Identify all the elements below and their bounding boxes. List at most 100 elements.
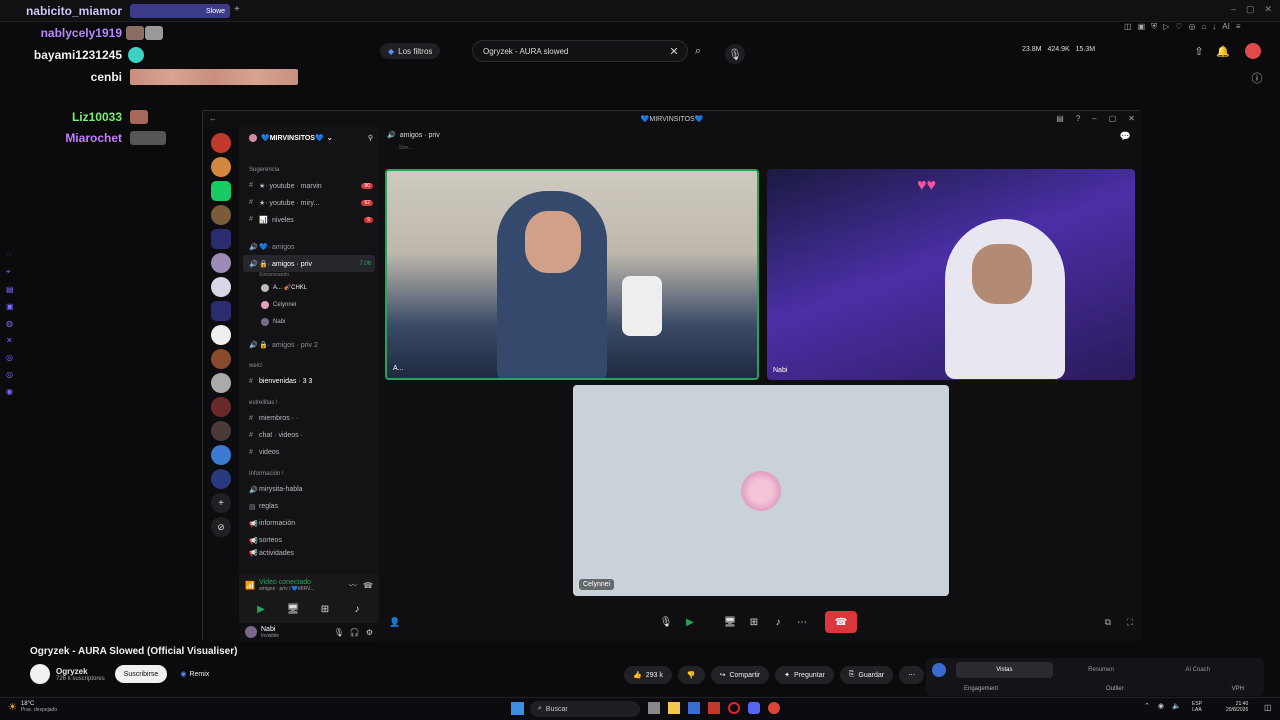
headphones-icon[interactable]: 🎧 xyxy=(350,628,360,637)
server-icon[interactable] xyxy=(211,373,231,393)
sidebar-icon[interactable]: ✕ xyxy=(6,336,14,345)
server-icon[interactable] xyxy=(211,277,231,297)
avatar[interactable] xyxy=(30,664,50,684)
app-icon[interactable] xyxy=(708,702,720,714)
clear-search-icon[interactable]: ✕ xyxy=(667,44,681,58)
notifications-icon[interactable]: 🔔 xyxy=(1216,44,1230,58)
end-call-button[interactable]: ☎ xyxy=(825,611,857,633)
ai-icon[interactable]: AI xyxy=(1222,22,1230,32)
channel-item[interactable]: 📢 información xyxy=(239,515,379,532)
server-icon[interactable] xyxy=(211,421,231,441)
disconnect-icon[interactable]: ☎ xyxy=(363,581,373,590)
windows-start-icon[interactable] xyxy=(511,702,524,715)
folder-icon[interactable] xyxy=(211,229,231,249)
screen-share-button[interactable]: 🖥 xyxy=(282,598,304,620)
taskbar-search[interactable]: ⌕ Buscar xyxy=(530,701,640,717)
add-user-icon[interactable]: 👤 xyxy=(389,617,400,628)
info-icon[interactable]: ⓘ xyxy=(1250,71,1264,85)
microphone-icon[interactable]: 🎙 xyxy=(334,628,344,637)
minimize-icon[interactable]: – xyxy=(1231,4,1236,15)
volume-icon[interactable]: 🔈 xyxy=(1172,702,1181,710)
extension-icon[interactable]: ◎ xyxy=(1188,22,1195,32)
browser-tab[interactable]: Slowe xyxy=(130,4,230,18)
search-input[interactable]: Ogryzek - AURA slowed xyxy=(472,40,688,62)
like-button[interactable]: 👍 293 k xyxy=(624,666,672,684)
channel-item[interactable]: # miembros · · xyxy=(239,410,379,427)
soundboard-button[interactable]: ♪ xyxy=(767,611,789,633)
wifi-icon[interactable]: ◉ xyxy=(1158,702,1164,710)
voice-user[interactable]: Nabi xyxy=(239,313,379,330)
category-label[interactable]: Información ! xyxy=(239,467,379,481)
tab-resumen[interactable]: Resumen xyxy=(1053,662,1150,678)
sidebar-icon[interactable]: ◎ xyxy=(6,370,14,379)
channel-item[interactable]: ▤ reglas xyxy=(239,498,379,515)
camera-button[interactable]: ▶ xyxy=(250,598,272,620)
voice-channel[interactable]: 🔊 💙· amigos xyxy=(239,238,379,255)
sidebar-icon[interactable]: ◉ xyxy=(6,387,14,396)
minimize-icon[interactable]: – xyxy=(1092,114,1096,123)
category-label[interactable]: Sugerencia xyxy=(239,163,379,177)
channel-item[interactable]: # 📊· niveles 9 xyxy=(239,211,379,228)
server-icon[interactable] xyxy=(211,445,231,465)
voice-channel-active[interactable]: 🔊 🔒· amigos · priv 7:06 xyxy=(243,255,375,272)
voice-user[interactable]: A... 🎻CHKL xyxy=(239,279,379,296)
tab-vistas[interactable]: Vistas xyxy=(956,662,1053,678)
maximize-icon[interactable]: ▢ xyxy=(1246,4,1255,15)
sidebar-icon[interactable]: ▤ xyxy=(6,285,14,294)
sidebar-icon[interactable]: ◌ xyxy=(6,250,14,259)
heart-icon[interactable]: ♡ xyxy=(1175,22,1182,32)
channel-item[interactable]: # chat · videos · xyxy=(239,427,379,444)
channel-item[interactable]: 📢 actividades xyxy=(239,549,379,558)
chat-icon[interactable]: 💬 xyxy=(1120,131,1131,142)
microphone-icon[interactable]: 🎙 xyxy=(725,44,745,64)
channel-item[interactable]: # ★· youtube · miry... 62 xyxy=(239,194,379,211)
menu-icon[interactable]: ≡ xyxy=(1236,22,1241,32)
activities-button[interactable]: ⊞ xyxy=(314,598,336,620)
camera-button[interactable]: ▶ xyxy=(679,611,701,633)
chrome-icon[interactable] xyxy=(768,702,780,714)
extension-icon[interactable]: ↓ xyxy=(1212,22,1216,32)
dislike-button[interactable]: 👎 xyxy=(677,666,705,684)
app-icon[interactable] xyxy=(688,702,700,714)
server-icon[interactable] xyxy=(211,253,231,273)
extension-icon[interactable]: ⛨ xyxy=(1151,22,1157,32)
activities-button[interactable]: ⊞ xyxy=(743,611,765,633)
sidebar-icon[interactable]: ◎ xyxy=(6,353,14,362)
add-member-icon[interactable]: ⚲ xyxy=(368,134,373,142)
more-options-button[interactable]: ⋯ xyxy=(791,611,813,633)
channel-name[interactable]: Ogryzek xyxy=(56,667,105,676)
extension-icon[interactable]: ◫ xyxy=(1124,22,1132,32)
video-tile[interactable]: ♥♥ Nabi xyxy=(767,169,1135,380)
extension-icon[interactable]: ▣ xyxy=(1138,22,1146,32)
soundboard-button[interactable]: ♪ xyxy=(346,598,368,620)
add-server-icon[interactable]: + xyxy=(211,493,231,513)
discover-icon[interactable]: ⊘ xyxy=(211,517,231,537)
help-icon[interactable]: ? xyxy=(1076,114,1080,123)
maximize-icon[interactable]: ▢ xyxy=(1109,114,1117,123)
server-icon[interactable] xyxy=(211,469,231,489)
category-label[interactable]: welc! xyxy=(239,359,379,373)
server-icon[interactable] xyxy=(211,325,231,345)
language-indicator[interactable]: ESP LAA xyxy=(1192,701,1202,713)
server-icon[interactable] xyxy=(211,157,231,177)
sidebar-icon[interactable]: ⌖ xyxy=(6,267,14,277)
filters-button[interactable]: ◆ Los filtros xyxy=(380,43,441,59)
sidebar-icon[interactable]: ◍ xyxy=(6,319,14,328)
category-label[interactable]: estrellitas ! xyxy=(239,396,379,410)
search-icon[interactable]: ⌕ xyxy=(691,44,705,58)
inbox-icon[interactable]: ▤ xyxy=(1056,114,1064,123)
channel-item[interactable]: # bienvenidas · 3 3 xyxy=(239,373,379,390)
close-icon[interactable]: ✕ xyxy=(1128,114,1135,123)
server-icon[interactable] xyxy=(211,205,231,225)
clock[interactable]: 21:40 20/8/2026 xyxy=(1226,701,1248,713)
fullscreen-icon[interactable]: ⛶ xyxy=(1127,617,1133,628)
notification-center-icon[interactable]: ◫ xyxy=(1264,703,1272,712)
channel-item[interactable]: 📢 sorteos xyxy=(239,532,379,549)
server-icon[interactable] xyxy=(211,349,231,369)
channel-item[interactable]: 🔊 mirysita-habla xyxy=(239,481,379,498)
chevron-up-icon[interactable]: ⌃ xyxy=(1144,702,1150,710)
upload-icon[interactable]: ⇧ xyxy=(1192,44,1206,58)
server-header[interactable]: 💙MIRVINSITOS💙 ⌄ ⚲ xyxy=(239,127,379,149)
voice-user[interactable]: Celynnei xyxy=(239,296,379,313)
extension-icon[interactable]: ▷ xyxy=(1163,22,1169,32)
